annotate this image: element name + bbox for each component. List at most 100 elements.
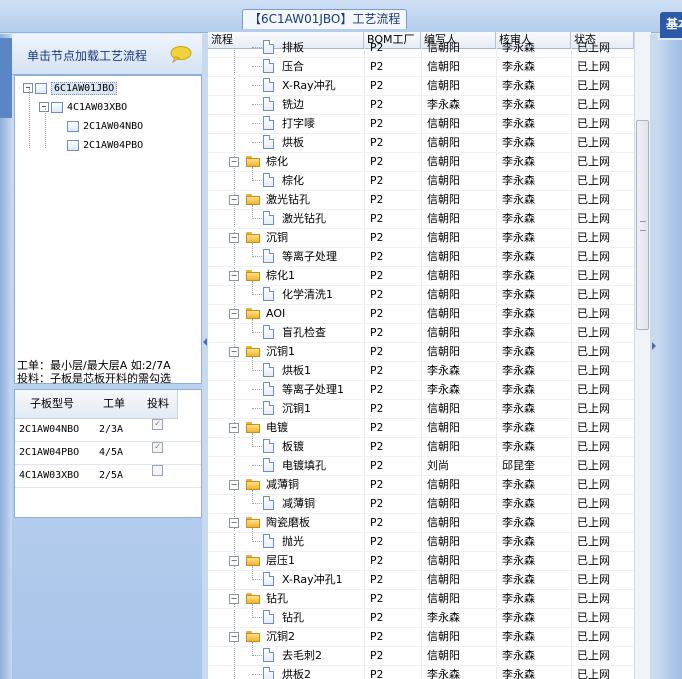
cell-name: 打字嘜 [282, 117, 315, 130]
cell-name: 钻孔 [266, 592, 288, 605]
board-icon [35, 82, 47, 94]
column-header-feed[interactable]: 投料 [139, 390, 178, 419]
cell-writer: 李永森 [427, 383, 460, 396]
info-line-feed: 投料：子板是芯板开料的需勾选 [17, 372, 171, 385]
process-step-row[interactable]: 电镀填孔 P2 刘尚 邱昆奎 已上网 [208, 456, 634, 476]
cell-factory: P2 [370, 668, 384, 679]
process-group-row[interactable]: − 沉铜 P2 信朝阳 李永森 已上网 [208, 228, 634, 257]
process-step-row[interactable]: 等离子处理1 P2 李永森 李永森 已上网 [208, 380, 634, 400]
tree-node[interactable]: 2C1AW04PBO [55, 137, 143, 153]
collapse-toggle-icon[interactable]: − [229, 271, 239, 281]
collapse-right-arrow-icon[interactable] [652, 342, 656, 350]
collapse-toggle-icon[interactable]: − [229, 157, 239, 167]
process-group-row[interactable]: − AOI P2 信朝阳 李永森 已上网 [208, 304, 634, 333]
process-group-row[interactable]: − 陶瓷磨板 P2 信朝阳 李永森 已上网 [208, 513, 634, 542]
scrollbar-thumb[interactable] [636, 120, 649, 330]
collapse-toggle-icon[interactable]: − [229, 423, 239, 433]
process-step-row[interactable]: 等离子处理 P2 信朝阳 李永森 已上网 [208, 247, 634, 267]
collapse-toggle-icon[interactable]: − [229, 347, 239, 357]
tree-node-label[interactable]: 2C1AW04PBO [83, 140, 143, 151]
tree-node-label[interactable]: 6C1AW01JBO [51, 81, 118, 95]
process-step-row[interactable]: 去毛刺2 P2 信朝阳 李永森 已上网 [208, 646, 634, 666]
basic-info-tab[interactable]: 基本 [660, 12, 682, 38]
process-step-row[interactable]: 棕化 P2 信朝阳 李永森 已上网 [208, 171, 634, 191]
table-row[interactable]: 4C1AW03XBO 2/5A [15, 465, 201, 488]
process-group-row[interactable]: − 沉铜2 P2 信朝阳 李永森 已上网 [208, 627, 634, 656]
collapse-toggle-icon[interactable]: − [39, 102, 49, 112]
process-tab[interactable]: 【6C1AW01JBO】工艺流程 [242, 9, 408, 29]
process-grid: 流程 BOM工厂 编写人 核审人 状态 排板 P2 信朝阳 李永森 已上网 压合 P2 信朝阳… [208, 32, 634, 679]
process-step-row[interactable]: 沉铜1 P2 信朝阳 李永森 已上网 [208, 399, 634, 419]
cell-checker: 李永森 [502, 41, 535, 54]
process-step-row[interactable]: 盲孔检查 P2 信朝阳 李永森 已上网 [208, 323, 634, 343]
collapse-left-arrow-icon[interactable] [203, 338, 207, 346]
process-group-row[interactable]: − 电镀 P2 信朝阳 李永森 已上网 [208, 418, 634, 447]
collapse-toggle-icon[interactable]: − [229, 632, 239, 642]
process-step-row[interactable]: 烘板2 P2 李永森 李永森 已上网 [208, 665, 634, 679]
process-step-row[interactable]: 烘板1 P2 李永森 李永森 已上网 [208, 361, 634, 381]
cell-status: 已上网 [577, 193, 610, 206]
cell-checker: 李永森 [502, 193, 535, 206]
tree-node[interactable]: − 6C1AW01JBO [23, 80, 118, 96]
cell-status: 已上网 [577, 250, 610, 263]
feed-checkbox[interactable] [152, 465, 163, 476]
collapse-toggle-icon[interactable]: − [229, 594, 239, 604]
collapsed-side-strip[interactable] [0, 34, 12, 679]
process-step-row[interactable]: 激光钻孔 P2 信朝阳 李永森 已上网 [208, 209, 634, 229]
collapse-toggle-icon[interactable]: − [229, 518, 239, 528]
process-step-row[interactable]: 铣边 P2 李永森 李永森 已上网 [208, 95, 634, 115]
process-step-row[interactable]: 抛光 P2 信朝阳 李永森 已上网 [208, 532, 634, 552]
tree-node[interactable]: 2C1AW04NBO [55, 118, 143, 134]
collapse-toggle-icon[interactable]: − [229, 195, 239, 205]
process-group-row[interactable]: − 棕化 P2 信朝阳 李永森 已上网 [208, 152, 634, 181]
cell-checker: 李永森 [502, 668, 535, 679]
process-group-row[interactable]: − 沉铜1 P2 信朝阳 李永森 已上网 [208, 342, 634, 371]
cell-status: 已上网 [577, 668, 610, 679]
tree-connector [252, 123, 262, 124]
cell-name: 钻孔 [282, 611, 304, 624]
side-strip-tab[interactable] [0, 38, 12, 118]
cell-model: 2C1AW04NBO [19, 424, 80, 435]
process-step-row[interactable]: 打字嘜 P2 信朝阳 李永森 已上网 [208, 114, 634, 134]
column-header-order[interactable]: 工单 [89, 390, 140, 419]
cell-factory: P2 [370, 231, 384, 244]
feed-checkbox[interactable]: ✓ [152, 442, 163, 453]
feed-checkbox[interactable]: ✓ [152, 419, 163, 430]
process-group-row[interactable]: − 层压1 P2 信朝阳 李永森 已上网 [208, 551, 634, 580]
cell-checker: 李永森 [502, 174, 535, 187]
collapse-toggle-icon[interactable]: − [229, 480, 239, 490]
cell-checker: 李永森 [502, 535, 535, 548]
table-row[interactable]: 2C1AW04NBO 2/3A ✓ [15, 419, 201, 442]
tree-node-label[interactable]: 4C1AW03XBO [67, 102, 127, 113]
cell-name: 等离子处理1 [282, 383, 344, 396]
cell-writer: 信朝阳 [427, 535, 460, 548]
process-step-row[interactable]: 钻孔 P2 李永森 李永森 已上网 [208, 608, 634, 628]
process-step-row[interactable]: 压合 P2 信朝阳 李永森 已上网 [208, 57, 634, 77]
process-step-row[interactable]: 化学清洗1 P2 信朝阳 李永森 已上网 [208, 285, 634, 305]
cell-name: 沉铜1 [266, 345, 295, 358]
column-header-model[interactable]: 子板型号 [15, 390, 90, 419]
collapse-toggle-icon[interactable]: − [229, 556, 239, 566]
process-step-row[interactable]: X-Ray冲孔 P2 信朝阳 李永森 已上网 [208, 76, 634, 96]
process-step-row[interactable]: X-Ray冲孔1 P2 信朝阳 李永森 已上网 [208, 570, 634, 590]
process-group-row[interactable]: − 激光钻孔 P2 信朝阳 李永森 已上网 [208, 190, 634, 219]
cell-checker: 李永森 [502, 649, 535, 662]
cell-name: 沉铜1 [282, 402, 311, 415]
process-step-row[interactable]: 烘板 P2 信朝阳 李永森 已上网 [208, 133, 634, 153]
vertical-scrollbar[interactable] [634, 32, 651, 679]
process-group-row[interactable]: − 棕化1 P2 信朝阳 李永森 已上网 [208, 266, 634, 295]
tree-node-label[interactable]: 2C1AW04NBO [83, 121, 143, 132]
process-step-row[interactable]: 板镀 P2 信朝阳 李永森 已上网 [208, 437, 634, 457]
table-row[interactable]: 2C1AW04PBO 4/5A ✓ [15, 442, 201, 465]
process-step-row[interactable]: 减薄铜 P2 信朝阳 李永森 已上网 [208, 494, 634, 514]
cell-writer: 李永森 [427, 98, 460, 111]
collapse-toggle-icon[interactable]: − [229, 233, 239, 243]
tree-node[interactable]: − 4C1AW03XBO [39, 99, 127, 115]
right-splitter[interactable] [650, 34, 658, 679]
collapse-toggle-icon[interactable]: − [23, 83, 33, 93]
process-group-row[interactable]: − 钻孔 P2 信朝阳 李永森 已上网 [208, 589, 634, 618]
process-step-row[interactable]: 排板 P2 信朝阳 李永森 已上网 [208, 38, 634, 58]
folder-icon [246, 593, 260, 604]
process-group-row[interactable]: − 减薄铜 P2 信朝阳 李永森 已上网 [208, 475, 634, 504]
collapse-toggle-icon[interactable]: − [229, 309, 239, 319]
